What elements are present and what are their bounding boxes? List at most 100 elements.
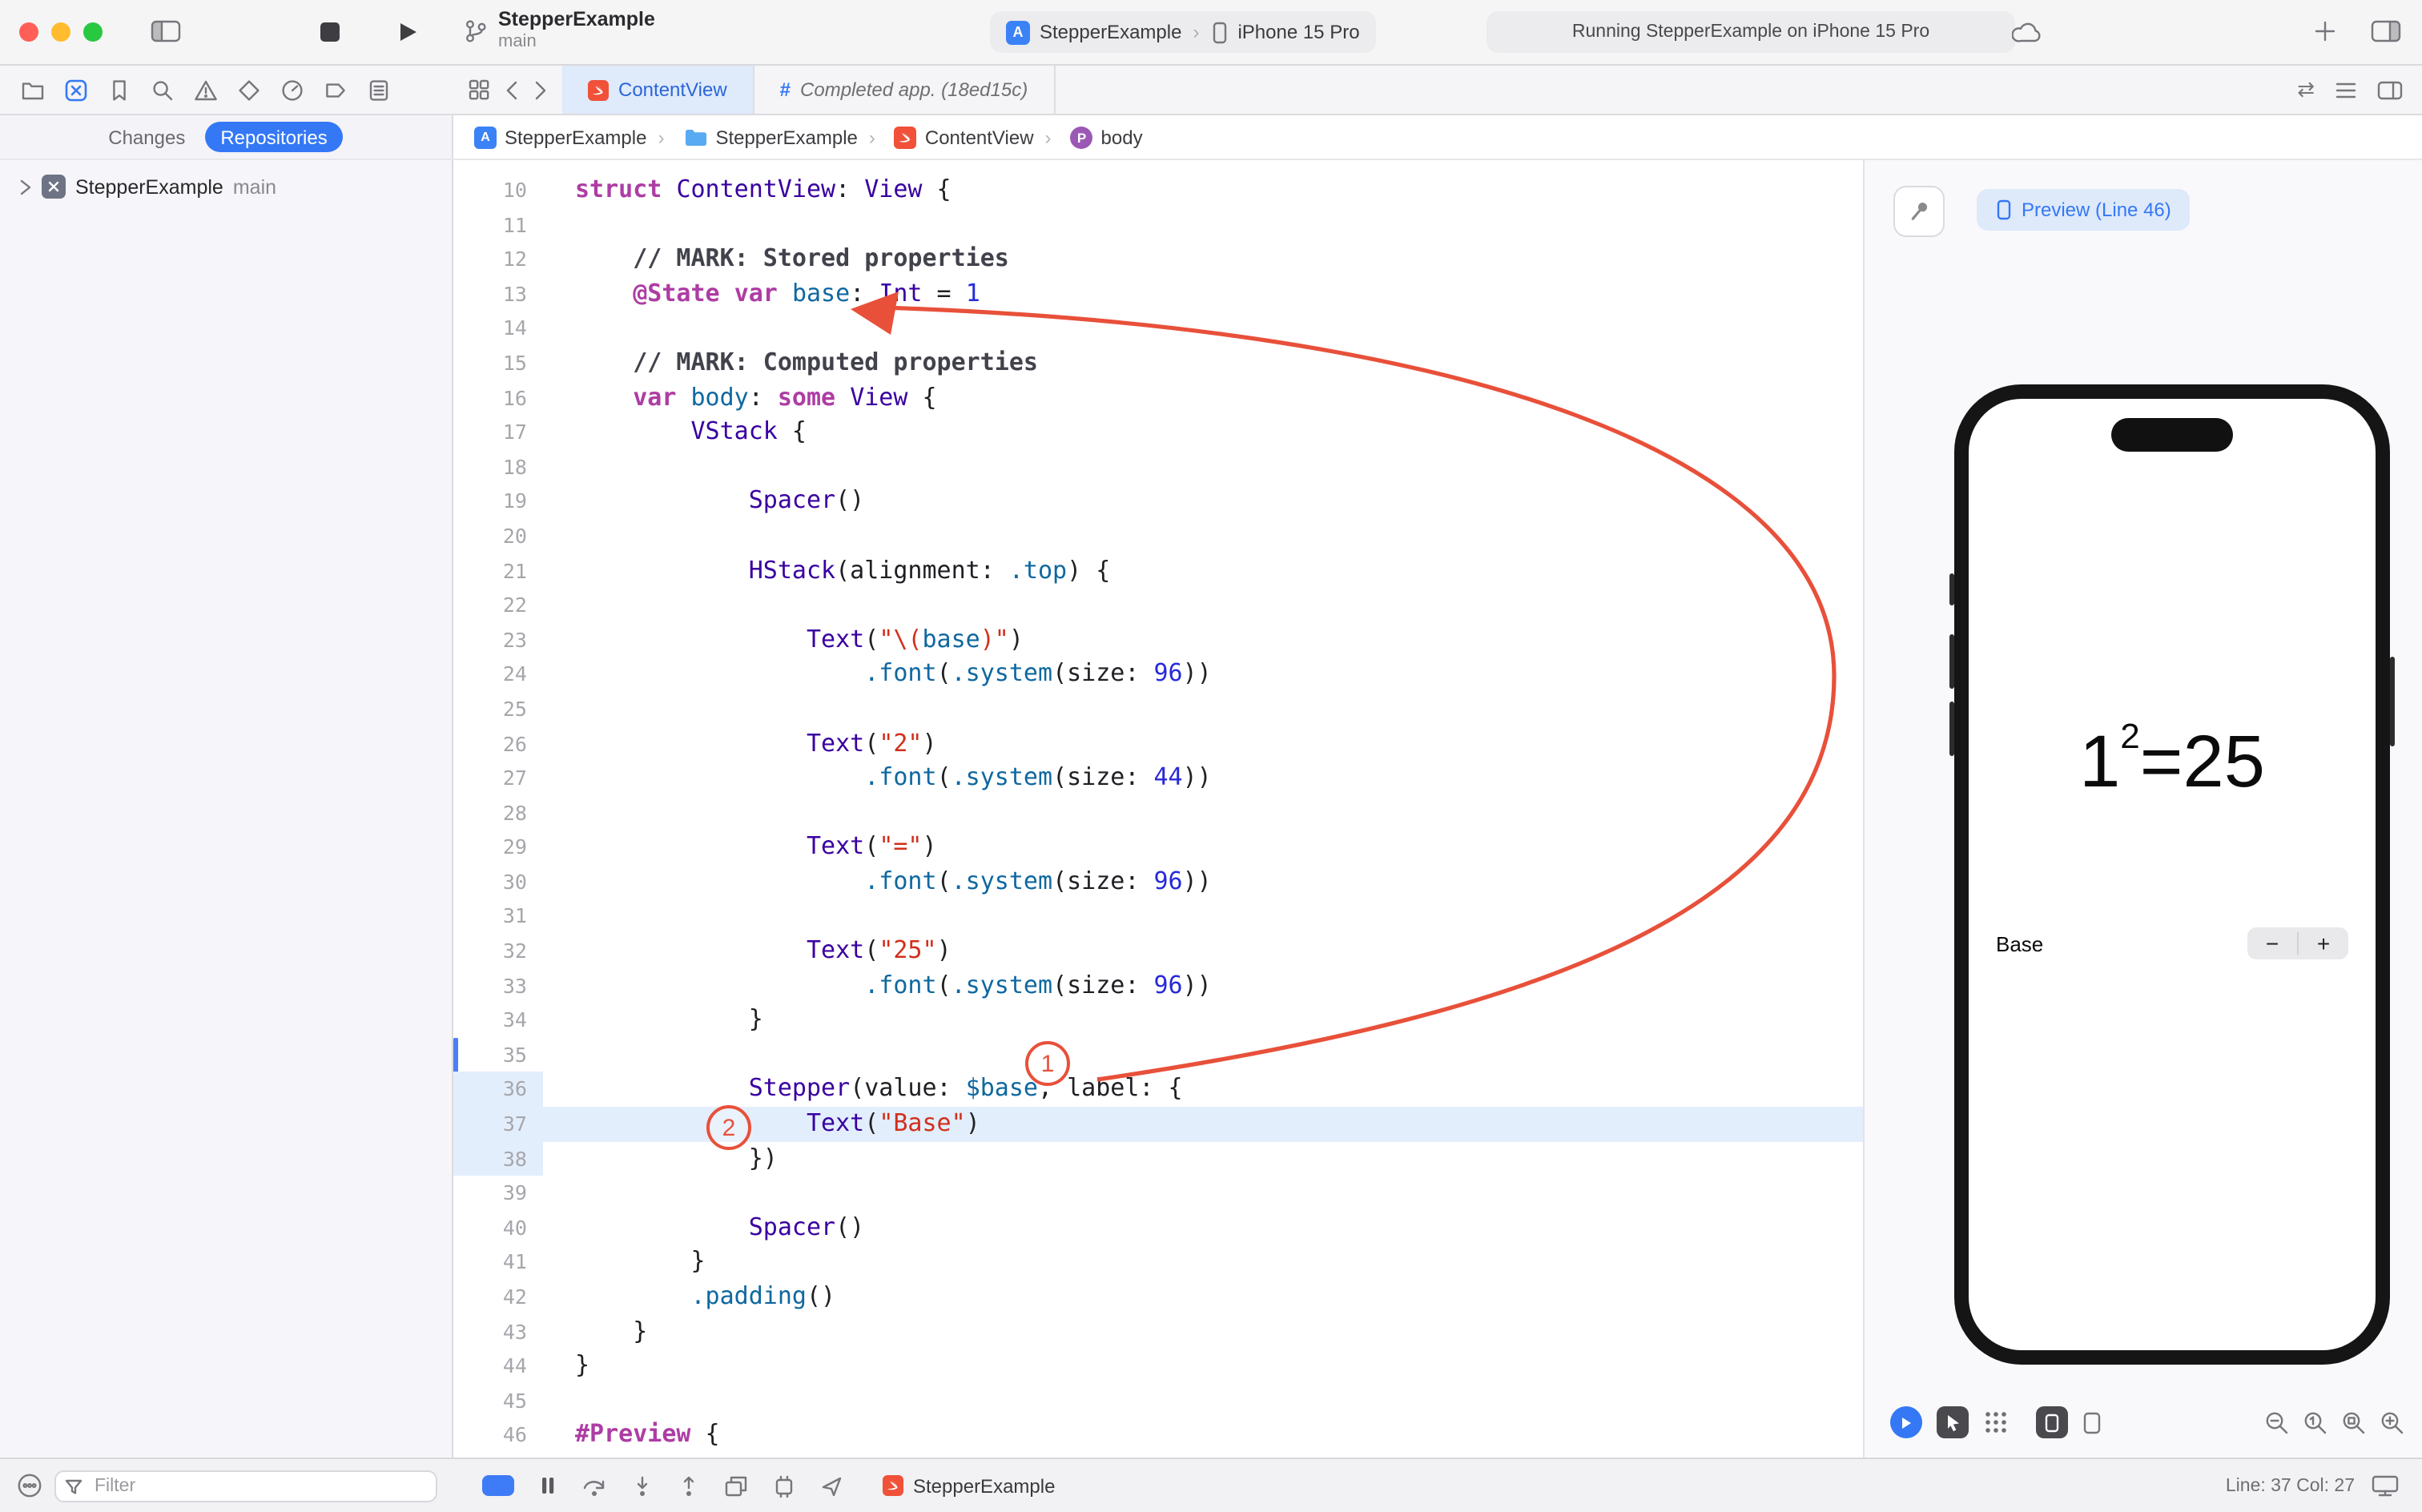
code-line[interactable]: 21 HStack(alignment: .top) { [453,553,1863,588]
line-number[interactable]: 30 [453,865,543,899]
close-button[interactable] [19,22,38,42]
code-line[interactable]: 42 .padding() [453,1280,1863,1314]
test-navigator-button[interactable] [237,78,261,102]
memory-graph-button[interactable] [772,1474,796,1497]
line-number[interactable]: 37 [453,1107,543,1141]
breadcrumb-item-symbol[interactable]: P body [1045,126,1143,148]
code-line[interactable]: 27 .font(.system(size: 44)) [453,761,1863,795]
code-line[interactable]: 34 } [453,1003,1863,1038]
line-number[interactable]: 46 [453,1418,543,1453]
minimize-button[interactable] [51,22,70,42]
code-line[interactable]: 16 var body: some View { [453,380,1863,415]
simulate-location-button[interactable] [820,1474,843,1497]
line-number[interactable]: 34 [453,1003,543,1038]
line-number[interactable]: 41 [453,1245,543,1280]
navigate-forward-button[interactable] [533,79,548,100]
line-number[interactable]: 28 [453,795,543,830]
step-out-button[interactable] [678,1474,700,1497]
zoom-out-button[interactable] [2263,1409,2291,1436]
variants-button[interactable] [1983,1409,2009,1435]
code-line[interactable]: 37 Text("Base") [453,1107,1863,1142]
display-button[interactable] [2371,1474,2400,1498]
code-line[interactable]: 24 .font(.system(size: 96)) [453,657,1863,692]
scm-filter-button[interactable] [16,1472,43,1499]
device-settings-button[interactable] [2036,1406,2068,1438]
sidebar-tab-changes[interactable]: Changes [108,126,185,148]
bookmark-navigator-button[interactable] [107,78,131,102]
line-number[interactable]: 43 [453,1314,543,1349]
line-number[interactable]: 17 [453,415,543,449]
sidebar-tab-repositories[interactable]: Repositories [204,122,344,152]
line-number[interactable]: 27 [453,761,543,795]
code-line[interactable]: 45 [453,1384,1863,1418]
line-number[interactable]: 36 [453,1072,543,1108]
line-number[interactable]: 32 [453,934,543,968]
debug-navigator-button[interactable] [280,78,304,102]
stepper-increment-button[interactable]: + [2299,927,2348,959]
code-editor[interactable]: 10 struct ContentView: View {11 12 // MARK… [453,160,1865,1458]
line-number[interactable]: 23 [453,622,543,657]
code-line[interactable]: 11 [453,207,1863,242]
code-line[interactable]: 43 } [453,1314,1863,1349]
report-navigator-button[interactable] [367,78,391,102]
code-line[interactable]: 22 [453,588,1863,622]
line-number[interactable]: 25 [453,692,543,726]
project-navigator-button[interactable] [21,78,45,102]
line-number[interactable]: 33 [453,968,543,1003]
pin-preview-button[interactable] [1893,186,1945,237]
running-app-label[interactable]: StepperExample [883,1474,1055,1497]
line-number[interactable]: 12 [453,242,543,276]
line-number[interactable]: 24 [453,657,543,692]
line-number[interactable]: 45 [453,1384,543,1418]
breakpoint-navigator-button[interactable] [324,78,348,102]
code-line[interactable]: 40 Spacer() [453,1211,1863,1245]
pause-button[interactable] [538,1475,557,1496]
stepper-decrement-button[interactable]: − [2247,927,2297,959]
code-line[interactable]: 15 // MARK: Computed properties [453,346,1863,380]
selectable-mode-button[interactable] [1937,1406,1969,1438]
line-number[interactable]: 40 [453,1211,543,1245]
line-number[interactable]: 18 [453,450,543,485]
line-number[interactable]: 42 [453,1280,543,1314]
orientation-button[interactable] [2082,1410,2102,1434]
stop-button[interactable] [320,22,340,42]
line-number[interactable]: 16 [453,380,543,415]
code-line[interactable]: 13 @State var base: Int = 1 [453,277,1863,312]
zoom-fit-button[interactable] [2340,1409,2368,1436]
add-button[interactable] [2313,19,2337,43]
line-number[interactable]: 10 [453,173,543,207]
line-number[interactable]: 11 [453,207,543,242]
code-line[interactable]: 29 Text("=") [453,830,1863,865]
code-line[interactable]: 44} [453,1349,1863,1383]
code-line[interactable]: 31 [453,899,1863,934]
code-line[interactable]: 23 Text("\(base)") [453,622,1863,657]
editor-overview-button[interactable] [468,78,490,101]
preview-line-button[interactable]: Preview (Line 46) [1977,189,2191,231]
line-number[interactable]: 26 [453,726,543,761]
code-line[interactable]: 41 } [453,1245,1863,1280]
code-line[interactable]: 33 .font(.system(size: 96)) [453,968,1863,1003]
line-number[interactable]: 14 [453,312,543,346]
code-line[interactable]: 14 [453,312,1863,346]
find-navigator-button[interactable] [151,78,175,102]
code-line[interactable]: 26 Text("2") [453,726,1863,761]
code-line[interactable]: 20 [453,519,1863,553]
code-line[interactable]: 35 [453,1038,1863,1072]
code-line[interactable]: 12 // MARK: Stored properties [453,242,1863,276]
repo-tree-item[interactable]: StepperExample main [0,160,452,199]
line-number[interactable]: 22 [453,588,543,622]
step-over-button[interactable] [581,1474,607,1497]
code-line[interactable]: 17 VStack { [453,415,1863,449]
zoom-button[interactable] [83,22,103,42]
filter-input[interactable] [54,1470,437,1502]
view-debugger-button[interactable] [724,1474,748,1497]
line-number[interactable]: 38 [453,1141,543,1176]
code-line[interactable]: 36 Stepper(value: $base, label: { [453,1072,1863,1108]
line-number[interactable]: 19 [453,485,543,519]
live-preview-button[interactable] [1890,1406,1922,1438]
tab-completed-app[interactable]: # Completed app. (18ed15c) [754,66,1056,114]
line-number[interactable]: 44 [453,1349,543,1383]
line-number[interactable]: 29 [453,830,543,865]
line-number[interactable]: 13 [453,277,543,312]
tab-contentview[interactable]: ContentView [562,66,754,114]
